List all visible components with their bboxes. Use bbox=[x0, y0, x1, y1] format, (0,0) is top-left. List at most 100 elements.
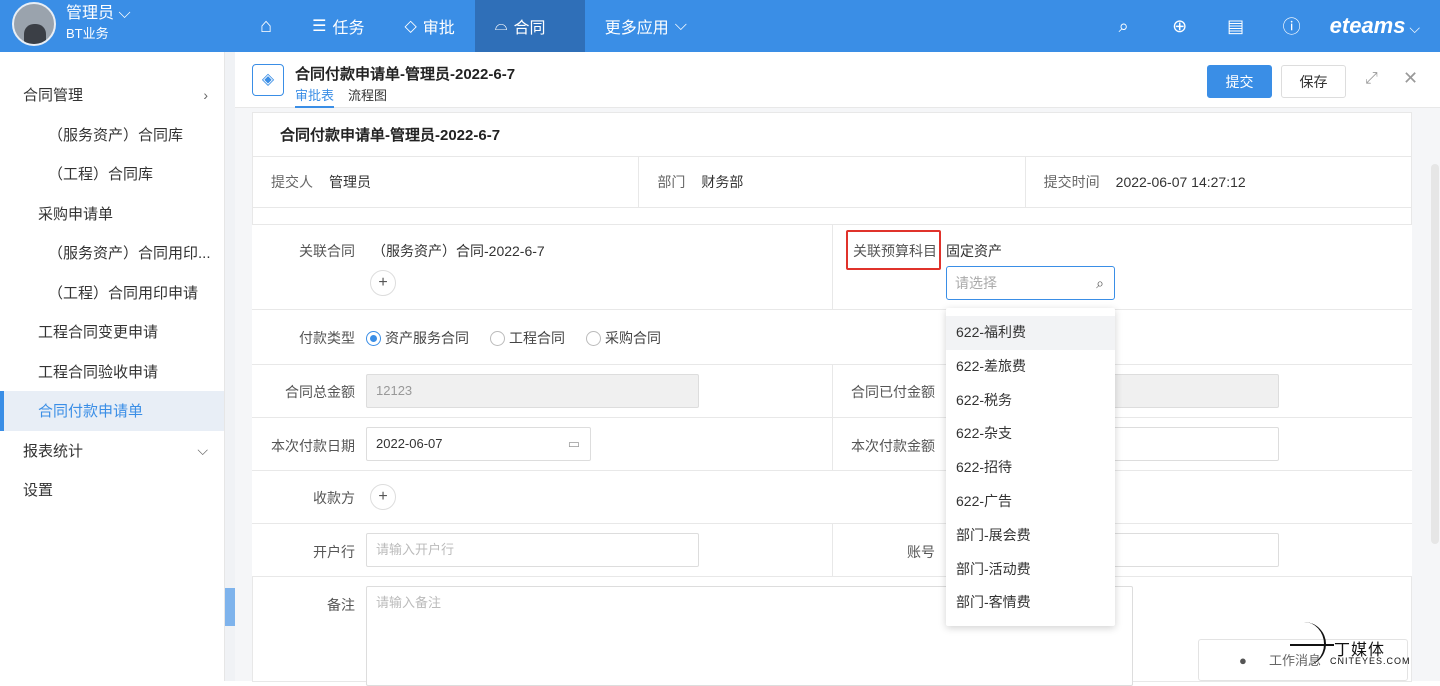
sidebar-item-engineering-contract-library[interactable]: （工程）合同库 bbox=[0, 154, 224, 194]
sidebar-item-reports[interactable]: 报表统计 ⌵ bbox=[0, 431, 224, 471]
budget-value: 固定资产 bbox=[946, 243, 1002, 259]
radio-asset-service[interactable]: 资产服务合同 bbox=[366, 328, 469, 348]
top-bar: 管理员 ⌵ BT业务 ⌂ ☰ 任务 ◇ 审批 ⌓ 合同 更多应用 ⌵ ⌕ ⊕ ▤ ⓘ e… bbox=[0, 0, 1440, 52]
form-title: 合同付款申请单-管理员-2022-6-7 bbox=[280, 127, 501, 144]
form-header: ◈ 合同付款申请单-管理员-2022-6-7 审批表 流程图 提交 保存 ⤢ ✕ bbox=[235, 52, 1440, 108]
top-tools: ⌕ ⊕ ▤ ⓘ eteams ⌵ bbox=[1096, 0, 1440, 52]
pay-date-input[interactable]: 2022-06-07 ▭ bbox=[366, 427, 591, 461]
sidebar: 合同管理 › （服务资产）合同库 （工程）合同库 采购申请单 （服务资产）合同用印… bbox=[0, 52, 225, 681]
avatar[interactable] bbox=[12, 2, 56, 46]
home-icon: ⌂ bbox=[260, 14, 273, 37]
search-icon: ⌕ bbox=[1096, 275, 1104, 291]
related-contract-label: 关联合同 bbox=[299, 243, 355, 259]
sidebar-item-engineering-seal-request[interactable]: （工程）合同用印申请 bbox=[0, 273, 224, 313]
dropdown-option[interactable]: 部门-展会费 bbox=[946, 519, 1115, 553]
sidebar-item-contract-acceptance[interactable]: 工程合同验收申请 bbox=[0, 352, 224, 392]
sidebar-gutter bbox=[225, 52, 235, 681]
sidebar-item-contract-change[interactable]: 工程合同变更申请 bbox=[0, 312, 224, 352]
budget-dropdown: 622-福利费 622-差旅费 622-税务 622-杂支 622-招待 622… bbox=[946, 308, 1115, 626]
row-payee bbox=[252, 471, 1412, 524]
main-area: ◈ 合同付款申请单-管理员-2022-6-7 审批表 流程图 提交 保存 ⤢ ✕… bbox=[235, 52, 1440, 686]
nav-tasks[interactable]: ☰ 任务 bbox=[292, 0, 384, 52]
chevron-down-icon: ⌵ bbox=[674, 17, 687, 34]
add-contract-button[interactable]: + bbox=[370, 270, 396, 296]
sidebar-item-settings[interactable]: 设置 bbox=[0, 470, 224, 510]
dropdown-option[interactable]: 622-杂支 bbox=[946, 417, 1115, 451]
related-contract-value[interactable]: （服务资产）合同-2022-6-7 bbox=[372, 241, 545, 261]
page-title: 合同付款申请单-管理员-2022-6-7 bbox=[295, 66, 516, 83]
help-icon[interactable]: ⓘ bbox=[1264, 13, 1320, 39]
main-nav: ⌂ ☰ 任务 ◇ 审批 ⌓ 合同 更多应用 ⌵ bbox=[240, 0, 707, 52]
dropdown-option[interactable]: 622-招待 bbox=[946, 451, 1115, 485]
tab-flowchart[interactable]: 流程图 bbox=[348, 85, 387, 108]
dropdown-option[interactable]: 部门-客情费 bbox=[946, 586, 1115, 620]
add-payee-button[interactable]: + bbox=[370, 484, 396, 510]
chevron-right-icon: › bbox=[203, 86, 208, 103]
submitter-label: 提交人 bbox=[271, 174, 313, 190]
dropdown-option[interactable]: 部门-活动费 bbox=[946, 553, 1115, 587]
sidebar-item-service-seal-request[interactable]: （服务资产）合同用印... bbox=[0, 233, 224, 273]
pay-amount-label: 本次付款金额 bbox=[851, 438, 935, 454]
collapse-handle[interactable] bbox=[225, 588, 235, 626]
notes-icon[interactable]: ▤ bbox=[1208, 16, 1264, 37]
radio-dot-checked bbox=[366, 330, 381, 346]
view-tabs: 审批表 流程图 bbox=[295, 85, 401, 108]
submitter-value: 管理员 bbox=[329, 174, 371, 190]
search-icon[interactable]: ⌕ bbox=[1096, 16, 1152, 37]
user-dept: BT业务 bbox=[66, 26, 109, 41]
radio-engineering[interactable]: 工程合同 bbox=[490, 328, 565, 348]
budget-label-highlight bbox=[846, 230, 941, 270]
row-related-contract bbox=[252, 224, 1412, 311]
radio-purchase[interactable]: 采购合同 bbox=[586, 328, 661, 348]
radio-dot bbox=[490, 330, 505, 346]
add-icon[interactable]: ⊕ bbox=[1152, 16, 1208, 37]
sidebar-item-contract-management[interactable]: 合同管理 › bbox=[0, 75, 224, 115]
submit-button[interactable]: 提交 bbox=[1207, 65, 1272, 98]
dropdown-option[interactable]: 622-差旅费 bbox=[946, 350, 1115, 384]
user-menu[interactable]: 管理员 ⌵ BT业务 bbox=[12, 2, 131, 46]
sidebar-item-service-contract-library[interactable]: （服务资产）合同库 bbox=[0, 115, 224, 155]
payment-type-label: 付款类型 bbox=[299, 330, 355, 346]
dept-value: 财务部 bbox=[701, 174, 744, 190]
calendar-icon: ▭ bbox=[567, 436, 580, 451]
watermark-logo: 丁媒体 CNITEYES.COM bbox=[1290, 620, 1440, 681]
info-bar: 提交人 管理员 部门 财务部 提交时间 2022-06-07 14:27:12 bbox=[252, 156, 1412, 208]
radio-dot bbox=[586, 330, 601, 346]
bank-label: 开户行 bbox=[313, 544, 355, 560]
tab-approval-form[interactable]: 审批表 bbox=[295, 85, 335, 108]
chevron-down-icon: ⌵ bbox=[114, 5, 131, 22]
inbox-icon: ⌓ bbox=[494, 17, 508, 34]
chat-icon: ● bbox=[1239, 653, 1247, 668]
time-label: 提交时间 bbox=[1043, 174, 1100, 190]
chevron-down-icon: ⌵ bbox=[197, 441, 208, 458]
layers-icon: ◈ bbox=[252, 64, 284, 96]
dept-label: 部门 bbox=[657, 174, 686, 190]
budget-search-input[interactable]: 请选择 ⌕ bbox=[946, 266, 1115, 300]
brand-logo[interactable]: eteams ⌵ bbox=[1320, 13, 1440, 39]
dropdown-option[interactable]: 622-税务 bbox=[946, 384, 1115, 418]
time-value: 2022-06-07 14:27:12 bbox=[1115, 174, 1246, 190]
user-name: 管理员 bbox=[66, 5, 115, 22]
nav-contract[interactable]: ⌓ 合同 bbox=[474, 0, 585, 52]
total-amount-label: 合同总金额 bbox=[285, 384, 355, 400]
sidebar-item-payment-request[interactable]: 合同付款申请单 bbox=[0, 391, 224, 431]
pay-date-label: 本次付款日期 bbox=[271, 438, 355, 454]
list-icon: ☰ bbox=[312, 18, 327, 35]
payee-label: 收款方 bbox=[313, 490, 355, 506]
bank-input[interactable]: 请输入开户行 bbox=[366, 533, 699, 567]
nav-home[interactable]: ⌂ bbox=[240, 0, 292, 52]
total-amount-field: 12123 bbox=[366, 374, 699, 408]
scrollbar[interactable] bbox=[1431, 164, 1439, 544]
nav-approval[interactable]: ◇ 审批 bbox=[384, 0, 474, 52]
sidebar-item-purchase-request[interactable]: 采购申请单 bbox=[0, 194, 224, 234]
save-button[interactable]: 保存 bbox=[1281, 65, 1346, 98]
dropdown-option[interactable]: 622-福利费 bbox=[946, 316, 1115, 350]
account-label: 账号 bbox=[907, 544, 935, 560]
close-icon[interactable]: ✕ bbox=[1403, 68, 1418, 89]
dropdown-option[interactable]: 622-广告 bbox=[946, 485, 1115, 519]
expand-icon[interactable]: ⤢ bbox=[1365, 70, 1378, 88]
diamond-icon: ◇ bbox=[404, 18, 417, 35]
paid-amount-label: 合同已付金额 bbox=[851, 384, 935, 400]
nav-more-apps[interactable]: 更多应用 ⌵ bbox=[585, 0, 707, 52]
remark-label: 备注 bbox=[327, 597, 355, 613]
